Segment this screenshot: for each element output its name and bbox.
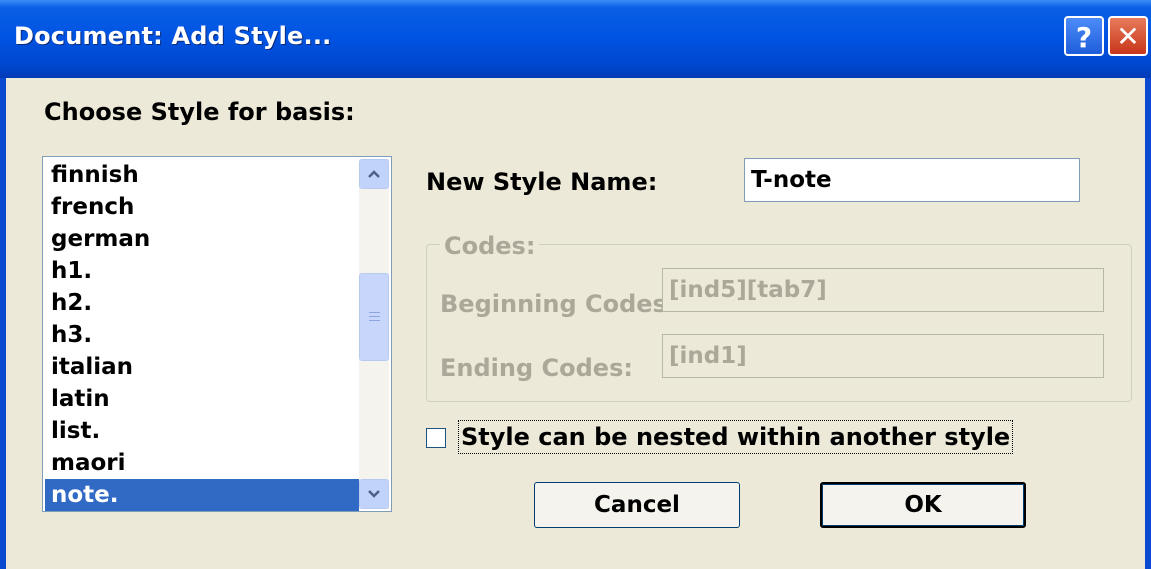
chevron-down-icon [368,490,380,498]
list-item[interactable]: italian [45,351,359,383]
help-button[interactable]: ? [1064,16,1104,56]
add-style-dialog: Document: Add Style... ? ✕ Choose Style … [0,0,1151,569]
list-item-selected[interactable]: note. [45,479,359,511]
title-bar[interactable]: Document: Add Style... ? ✕ [0,0,1151,78]
ending-codes-label: Ending Codes: [440,354,633,382]
list-item[interactable]: german [45,223,359,255]
thumb-grip-line [369,320,380,321]
window-frame-right [1145,78,1151,569]
style-basis-listbox[interactable]: finnish french german h1. h2. h3. italia… [42,156,392,512]
beginning-codes-field: [ind5][tab7] [662,268,1104,312]
ok-button[interactable]: OK [820,482,1026,528]
list-item[interactable]: french [45,191,359,223]
window-frame-left [0,78,6,569]
list-item[interactable]: h1. [45,255,359,287]
chevron-up-icon [368,170,380,178]
list-scrollbar[interactable] [359,159,389,509]
thumb-grip-line [369,316,380,317]
ending-codes-field: [ind1] [662,334,1104,378]
scroll-thumb[interactable] [359,273,389,361]
close-button[interactable]: ✕ [1108,16,1148,56]
style-list[interactable]: finnish french german h1. h2. h3. italia… [45,159,359,511]
codes-legend: Codes: [440,232,540,260]
list-item[interactable]: finnish [45,159,359,191]
choose-style-label: Choose Style for basis: [44,98,355,126]
window-title: Document: Add Style... [14,22,332,50]
nested-style-checkbox[interactable] [426,428,446,448]
nested-style-label[interactable]: Style can be nested within another style [458,420,1014,454]
new-style-name-input[interactable]: T-note [744,158,1080,202]
cancel-button[interactable]: Cancel [534,482,740,528]
list-item[interactable]: h2. [45,287,359,319]
scroll-down-button[interactable] [359,479,389,509]
list-item[interactable]: latin [45,383,359,415]
list-item[interactable]: list. [45,415,359,447]
thumb-grip-line [369,312,380,313]
new-style-name-label: New Style Name: [426,168,658,196]
scroll-up-button[interactable] [359,159,389,189]
beginning-codes-label: Beginning Codes: [440,290,677,318]
list-item[interactable]: h3. [45,319,359,351]
list-item[interactable]: maori [45,447,359,479]
